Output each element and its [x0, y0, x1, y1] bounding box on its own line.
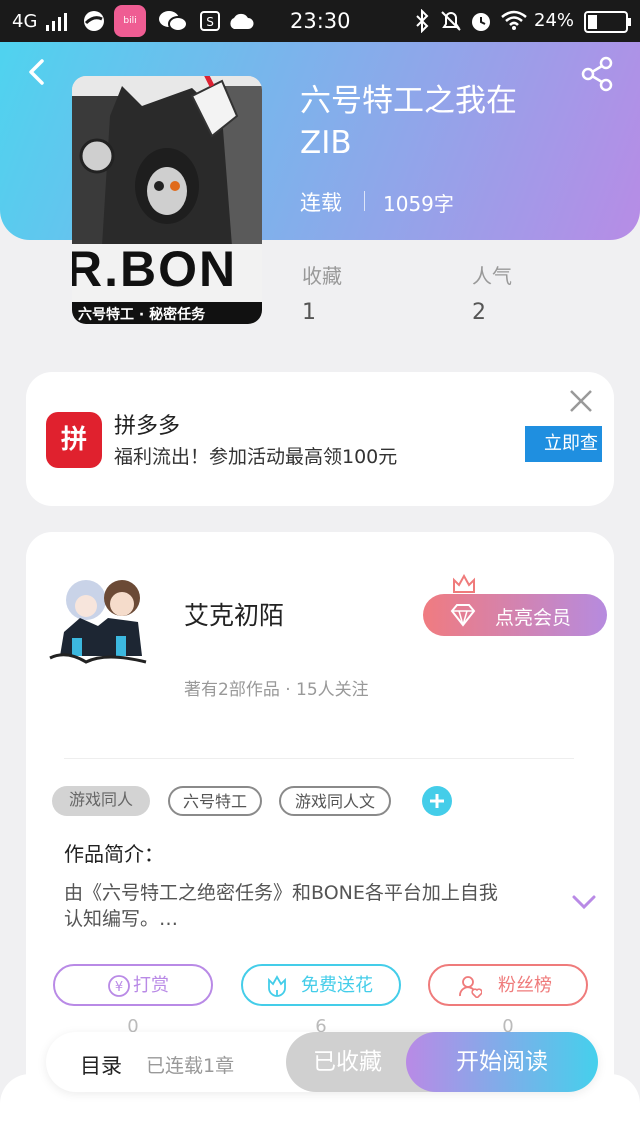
- chapter-count: 已连载1章: [146, 1055, 235, 1077]
- ad-card[interactable]: 拼 拼多多 福利流出！参加活动最高领100元 立即查: [26, 372, 614, 506]
- author-avatar[interactable]: [46, 566, 156, 670]
- vip-button[interactable]: 点亮会员: [423, 594, 607, 636]
- alarm-icon: [470, 9, 492, 38]
- user-heart-icon: [459, 976, 482, 998]
- signal-icon: [46, 12, 68, 36]
- cover-subtitle-text: 六号特工 · 秘密任务: [78, 307, 206, 323]
- ad-cta-button[interactable]: 立即查: [525, 426, 602, 462]
- plus-icon: [430, 794, 444, 808]
- diamond-icon: [450, 604, 476, 627]
- chevron-down-icon: [572, 895, 596, 910]
- book-cover[interactable]: R.BON 六号特工 · 秘密任务: [72, 76, 262, 324]
- pinduoduo-logo-icon: 拼: [46, 412, 102, 468]
- tag-3[interactable]: 游戏同人文: [279, 786, 391, 816]
- intro-text-line2: 认知编写。…: [64, 908, 179, 930]
- intro-text: 由《六号特工之绝密任务》和BONE各平台加上自我 认知编写。…: [64, 880, 564, 932]
- yuan-icon: ¥: [108, 975, 130, 997]
- ad-title: 拼多多: [114, 414, 181, 439]
- word-count: 1059字: [383, 192, 454, 216]
- favorites-label: 收藏: [302, 264, 342, 288]
- ad-close-button[interactable]: [566, 386, 596, 416]
- reward-label: 打赏: [133, 975, 169, 996]
- clock-text: 23:30: [290, 9, 351, 33]
- app-icon: S: [200, 11, 220, 36]
- cover-title-text: R.BON: [72, 241, 238, 297]
- wifi-icon: [500, 10, 528, 35]
- book-title: 六号特工之我在 ZIB: [300, 80, 517, 164]
- serial-status: 连载: [300, 191, 342, 215]
- favorites-value: 1: [302, 300, 316, 325]
- back-button[interactable]: [20, 56, 56, 88]
- book-title-line2: ZIB: [300, 125, 352, 161]
- svg-text:¥: ¥: [115, 980, 123, 995]
- tag-1[interactable]: 游戏同人: [52, 786, 150, 816]
- author-name[interactable]: 艾克初陌: [184, 596, 284, 632]
- share-icon: [581, 56, 613, 92]
- battery-icon: [584, 11, 632, 38]
- popularity-label: 人气: [472, 264, 512, 288]
- book-title-line1: 六号特工之我在: [300, 83, 517, 119]
- intro-label: 作品简介：: [64, 842, 164, 866]
- catalog-button[interactable]: 目录: [80, 1050, 122, 1080]
- send-flower-button[interactable]: 免费送花: [241, 964, 401, 1006]
- author-stats: 著有2部作品 · 15人关注: [184, 680, 369, 700]
- fan-ranking-label: 粉丝榜: [498, 975, 552, 996]
- fan-ranking-button[interactable]: 粉丝榜: [428, 964, 588, 1006]
- wechat-icon: [158, 8, 188, 39]
- send-flower-label: 免费送花: [301, 975, 373, 996]
- browser-icon: [82, 9, 106, 38]
- flower-icon: [268, 975, 286, 997]
- cloud-icon: [228, 11, 254, 35]
- divider: [64, 758, 574, 759]
- svg-text:S: S: [206, 15, 214, 29]
- intro-text-line1: 由《六号特工之绝密任务》和BONE各平台加上自我: [64, 882, 498, 904]
- status-divider: [364, 191, 365, 211]
- mute-icon: [440, 9, 462, 38]
- start-reading-button[interactable]: 开始阅读: [406, 1032, 598, 1092]
- avatar-art: [46, 566, 156, 670]
- reward-button[interactable]: ¥ 打赏: [53, 964, 213, 1006]
- status-bar: 4G bili S 23:30 24%: [0, 0, 640, 42]
- network-label: 4G: [12, 11, 38, 32]
- ad-description: 福利流出！参加活动最高领100元: [114, 446, 398, 468]
- back-arrow-icon: [29, 59, 44, 85]
- share-button[interactable]: [580, 56, 616, 92]
- popularity-value: 2: [472, 300, 486, 325]
- crown-icon: [452, 573, 476, 594]
- tag-2[interactable]: 六号特工: [168, 786, 262, 816]
- battery-label: 24%: [534, 10, 575, 31]
- bluetooth-icon: [414, 8, 430, 38]
- bilibili-icon: bili: [114, 5, 146, 37]
- vip-button-label: 点亮会员: [495, 607, 572, 629]
- expand-button[interactable]: [570, 892, 598, 912]
- add-tag-button[interactable]: [422, 786, 452, 816]
- close-icon: [570, 390, 592, 412]
